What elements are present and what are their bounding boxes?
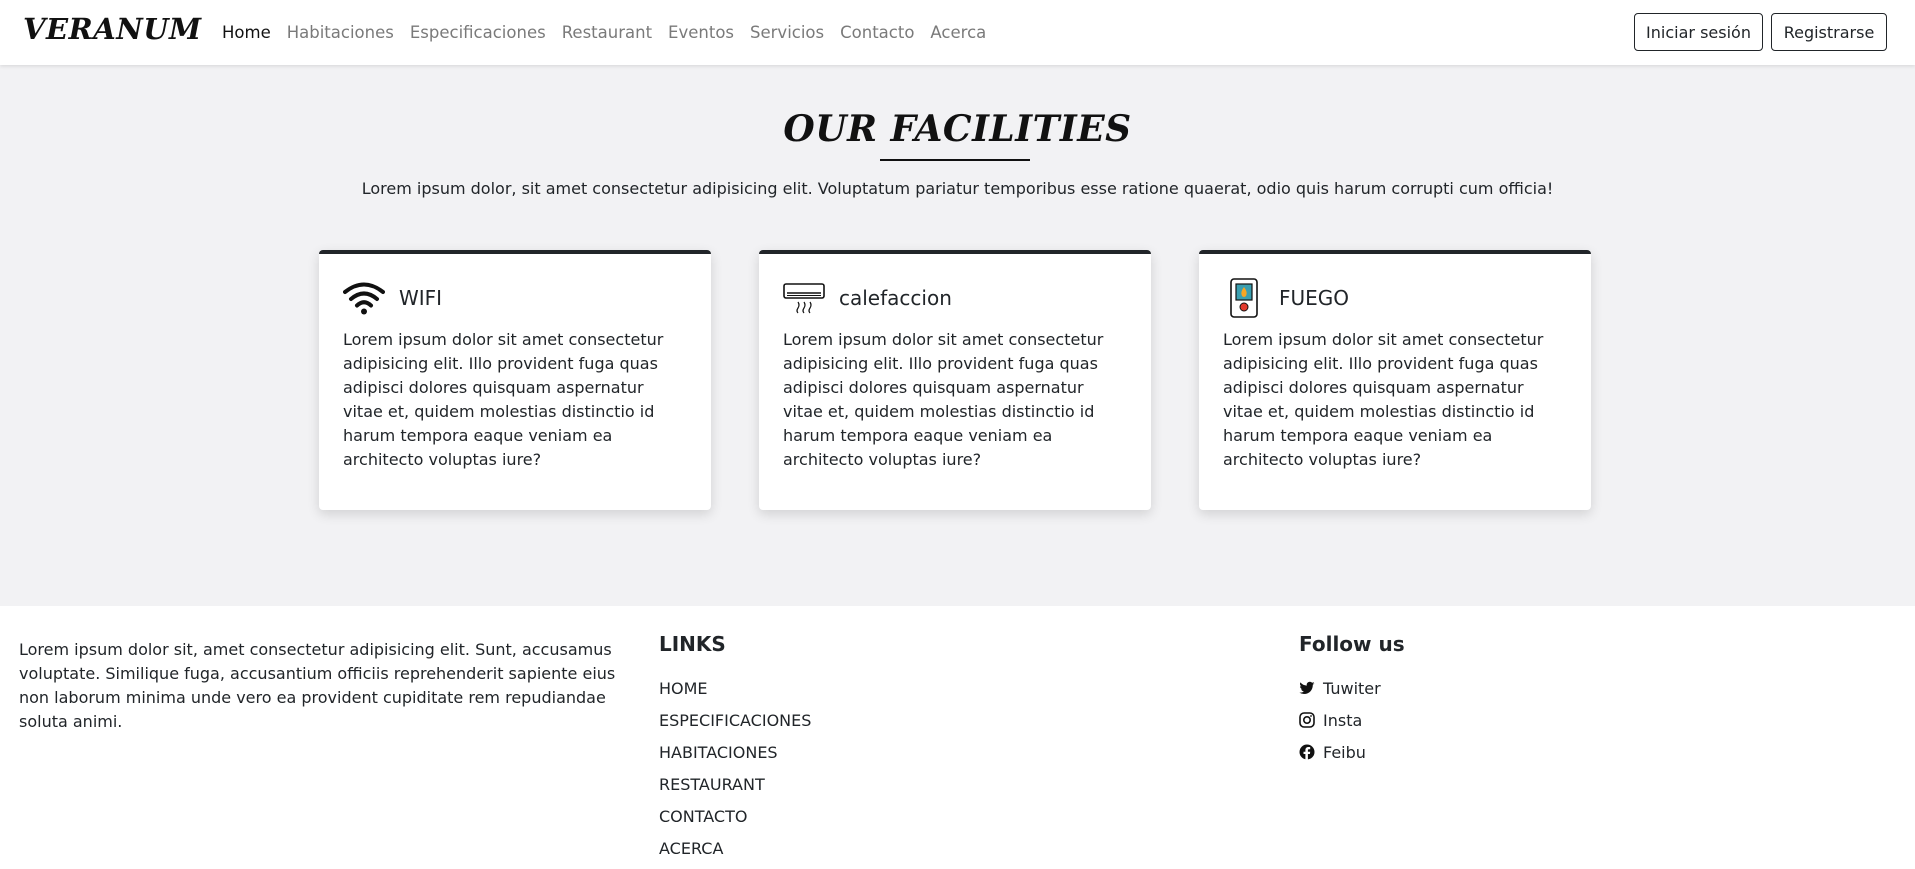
register-button[interactable]: Registrarse: [1771, 13, 1887, 51]
brand-logo[interactable]: VERANUM: [23, 12, 202, 46]
facility-card-fuego: FUEGO Lorem ipsum dolor sit amet consect…: [1199, 250, 1591, 510]
social-label: Feibu: [1323, 742, 1366, 762]
card-text: Lorem ipsum dolor sit amet consectetur a…: [1223, 330, 1544, 469]
facility-card-wifi: WIFI Lorem ipsum dolor sit amet consecte…: [319, 250, 711, 510]
social-link-instagram[interactable]: Insta: [1299, 704, 1381, 736]
footer-link-contacto[interactable]: CONTACTO: [659, 800, 811, 832]
facility-card-calefaccion: calefaccion Lorem ipsum dolor sit amet c…: [759, 250, 1151, 510]
instagram-icon: [1299, 712, 1315, 728]
nav-link-contacto[interactable]: Contacto: [840, 23, 914, 42]
card-text: Lorem ipsum dolor sit amet consectetur a…: [783, 330, 1104, 469]
card-title: FUEGO: [1279, 286, 1350, 310]
card-title: calefaccion: [839, 286, 952, 310]
facilities-intro: Lorem ipsum dolor, sit amet consectetur …: [361, 179, 1554, 198]
footer-link-home[interactable]: HOME: [659, 672, 811, 704]
social-label: Insta: [1323, 710, 1363, 730]
footer-link-especificaciones[interactable]: ESPECIFICACIONES: [659, 704, 811, 736]
login-button[interactable]: Iniciar sesión: [1634, 13, 1763, 51]
social-link-twitter[interactable]: Tuwiter: [1299, 672, 1381, 704]
nav-link-especificaciones[interactable]: Especificaciones: [410, 23, 546, 42]
nav-link-eventos[interactable]: Eventos: [668, 23, 734, 42]
card-header: calefaccion: [783, 280, 1127, 316]
twitter-icon: [1299, 680, 1315, 696]
social-link-facebook[interactable]: Feibu: [1299, 736, 1381, 768]
footer-follow-title: Follow us: [1299, 632, 1405, 656]
nav-link-acerca[interactable]: Acerca: [930, 23, 986, 42]
nav-link-habitaciones[interactable]: Habitaciones: [287, 23, 394, 42]
social-label: Tuwiter: [1323, 678, 1381, 698]
title-underline: [880, 159, 1030, 161]
navbar: VERANUM Home Habitaciones Especificacion…: [0, 0, 1915, 65]
nav-links: Home Habitaciones Especificaciones Resta…: [222, 0, 1002, 65]
footer-link-habitaciones[interactable]: HABITACIONES: [659, 736, 811, 768]
fire-alarm-icon: [1223, 278, 1265, 318]
footer-links-title: LINKS: [659, 632, 726, 656]
air-conditioner-icon: [783, 280, 825, 316]
card-text: Lorem ipsum dolor sit amet consectetur a…: [343, 330, 664, 469]
wifi-icon: [343, 280, 385, 316]
card-header: FUEGO: [1223, 278, 1567, 318]
facebook-icon: [1299, 744, 1315, 760]
footer-social-list: Tuwiter Insta Feibu: [1299, 672, 1381, 768]
facilities-title: OUR FACILITIES: [783, 108, 1132, 150]
nav-link-restaurant[interactable]: Restaurant: [562, 23, 652, 42]
nav-link-home[interactable]: Home: [222, 23, 271, 42]
footer-about-text: Lorem ipsum dolor sit, amet consectetur …: [19, 640, 616, 731]
card-title: WIFI: [399, 286, 443, 310]
footer-links-list: HOME ESPECIFICACIONES HABITACIONES RESTA…: [659, 672, 811, 864]
card-header: WIFI: [343, 280, 687, 316]
footer-link-restaurant[interactable]: RESTAURANT: [659, 768, 811, 800]
footer-link-acerca[interactable]: ACERCA: [659, 832, 811, 864]
footer: Lorem ipsum dolor sit, amet consectetur …: [0, 606, 1915, 869]
nav-link-servicios[interactable]: Servicios: [750, 23, 824, 42]
